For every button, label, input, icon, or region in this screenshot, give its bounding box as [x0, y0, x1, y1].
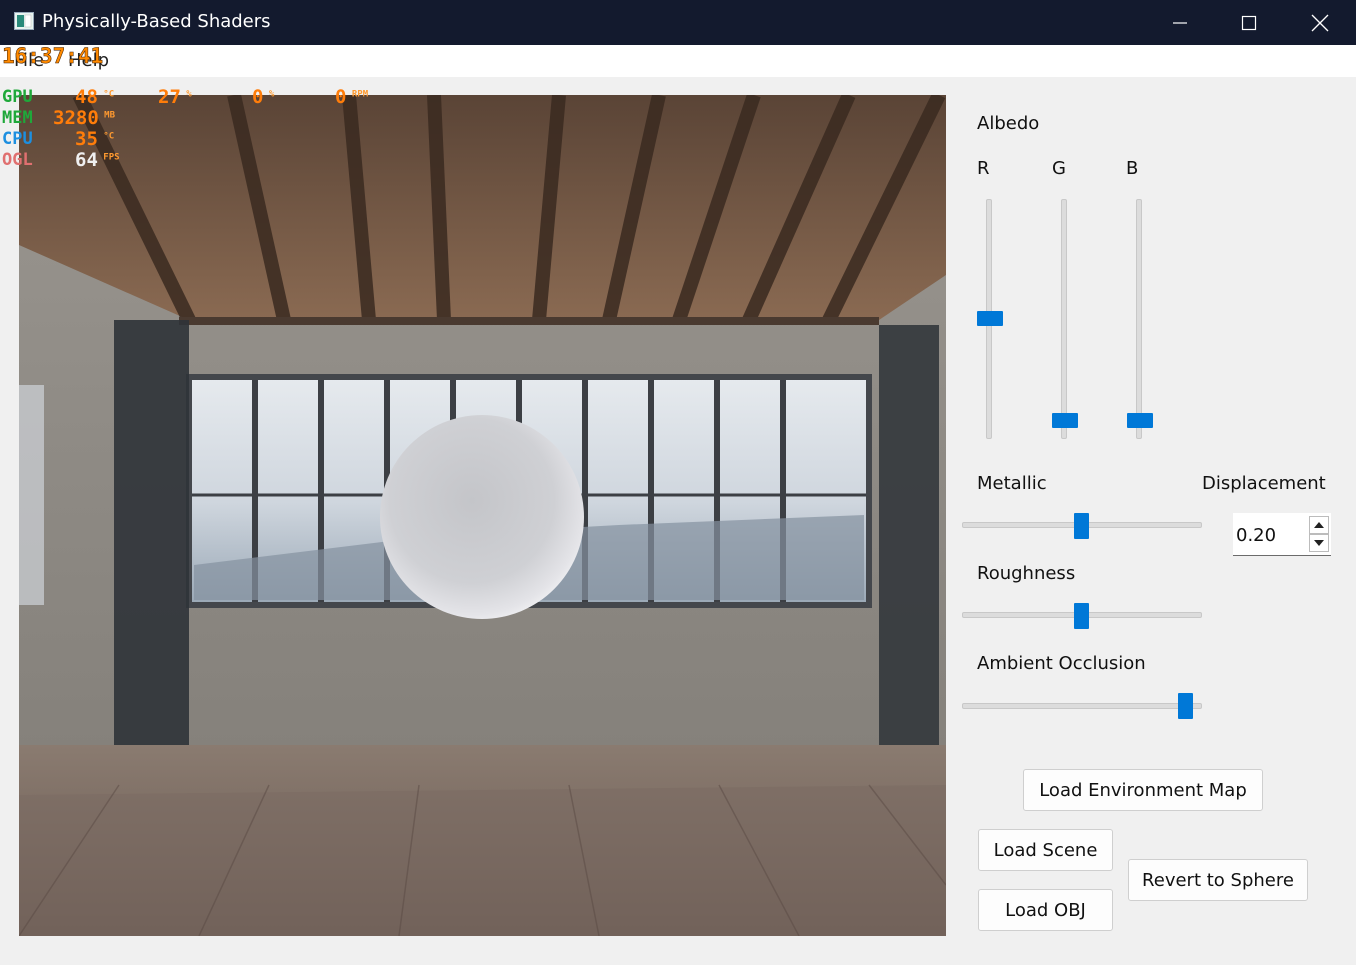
caret-down-icon	[1314, 540, 1324, 546]
overlay-number: 48	[75, 86, 98, 108]
overlay-label: GPU	[2, 87, 33, 107]
albedo-r-handle[interactable]	[977, 310, 1003, 326]
app-icon	[14, 12, 34, 30]
overlay-number: 35	[75, 128, 98, 150]
albedo-b-handle[interactable]	[1127, 413, 1153, 429]
close-button[interactable]	[1286, 0, 1354, 45]
maximize-icon	[1241, 15, 1257, 30]
overlay-unit: RPM	[346, 89, 369, 100]
environment-scene	[19, 95, 946, 936]
overlay-value: 0 %	[252, 86, 274, 108]
overlay-label: OGL	[2, 150, 33, 170]
albedo-b-slider[interactable]	[1136, 199, 1142, 439]
overlay-label: MEM	[2, 108, 33, 128]
albedo-label: Albedo	[977, 113, 1040, 134]
caret-up-icon	[1314, 522, 1324, 528]
minimize-button[interactable]	[1146, 0, 1214, 45]
overlay-unit: MB	[98, 110, 116, 121]
maximize-button[interactable]	[1215, 0, 1283, 45]
load-obj-button[interactable]: Load OBJ	[978, 889, 1113, 931]
displacement-label: Displacement	[1202, 473, 1326, 494]
overlay-value: 0 RPM	[335, 86, 368, 108]
minimize-icon	[1173, 21, 1187, 24]
overlay-unit: %	[180, 89, 192, 100]
overlay-number: 27	[158, 86, 181, 108]
render-viewport[interactable]	[19, 95, 946, 936]
revert-to-sphere-button[interactable]: Revert to Sphere	[1128, 859, 1308, 901]
overlay-value: 27 %	[158, 86, 192, 108]
ambient-occlusion-label: Ambient Occlusion	[977, 653, 1146, 674]
overlay-number: 0	[252, 86, 264, 108]
menu-bar: File Help	[0, 45, 1356, 77]
overlay-number: 64	[75, 149, 98, 171]
albedo-g-handle[interactable]	[1052, 413, 1078, 429]
albedo-b-label: B	[1126, 158, 1139, 179]
roughness-label: Roughness	[977, 563, 1076, 584]
albedo-r-label: R	[977, 158, 990, 179]
preview-sphere	[380, 415, 584, 619]
spin-up-button[interactable]	[1309, 516, 1329, 534]
albedo-g-label: G	[1052, 158, 1066, 179]
title-bar: Physically-Based Shaders	[0, 0, 1356, 45]
albedo-g-slider[interactable]	[1061, 199, 1067, 439]
roughness-handle[interactable]	[1073, 603, 1089, 629]
overlay-unit: °C	[97, 131, 115, 142]
metallic-label: Metallic	[977, 473, 1047, 494]
load-environment-map-button[interactable]: Load Environment Map	[1023, 769, 1263, 811]
spin-down-button[interactable]	[1309, 534, 1329, 552]
overlay-number: 0	[335, 86, 347, 108]
close-icon	[1311, 14, 1329, 31]
ambient-occlusion-handle[interactable]	[1178, 693, 1194, 719]
ambient-occlusion-slider[interactable]	[962, 703, 1202, 709]
overlay-unit: °C	[97, 89, 115, 100]
overlay-value: 48 °C	[75, 86, 114, 108]
displacement-spinbox[interactable]: 0.20	[1233, 513, 1331, 556]
metallic-handle[interactable]	[1073, 513, 1089, 539]
overlay-time: 16:37:41	[2, 44, 104, 69]
overlay-number: 3280	[53, 107, 99, 129]
overlay-unit: %	[263, 89, 275, 100]
displacement-value[interactable]: 0.20	[1236, 525, 1276, 546]
overlay-unit: FPS	[97, 152, 120, 163]
overlay-label: CPU	[2, 129, 33, 149]
load-scene-button[interactable]: Load Scene	[978, 829, 1113, 871]
window-title: Physically-Based Shaders	[42, 11, 271, 32]
overlay-value: 35 °C	[75, 128, 114, 150]
overlay-value: 3280 MB	[53, 107, 115, 129]
overlay-value: 64 FPS	[75, 149, 120, 171]
